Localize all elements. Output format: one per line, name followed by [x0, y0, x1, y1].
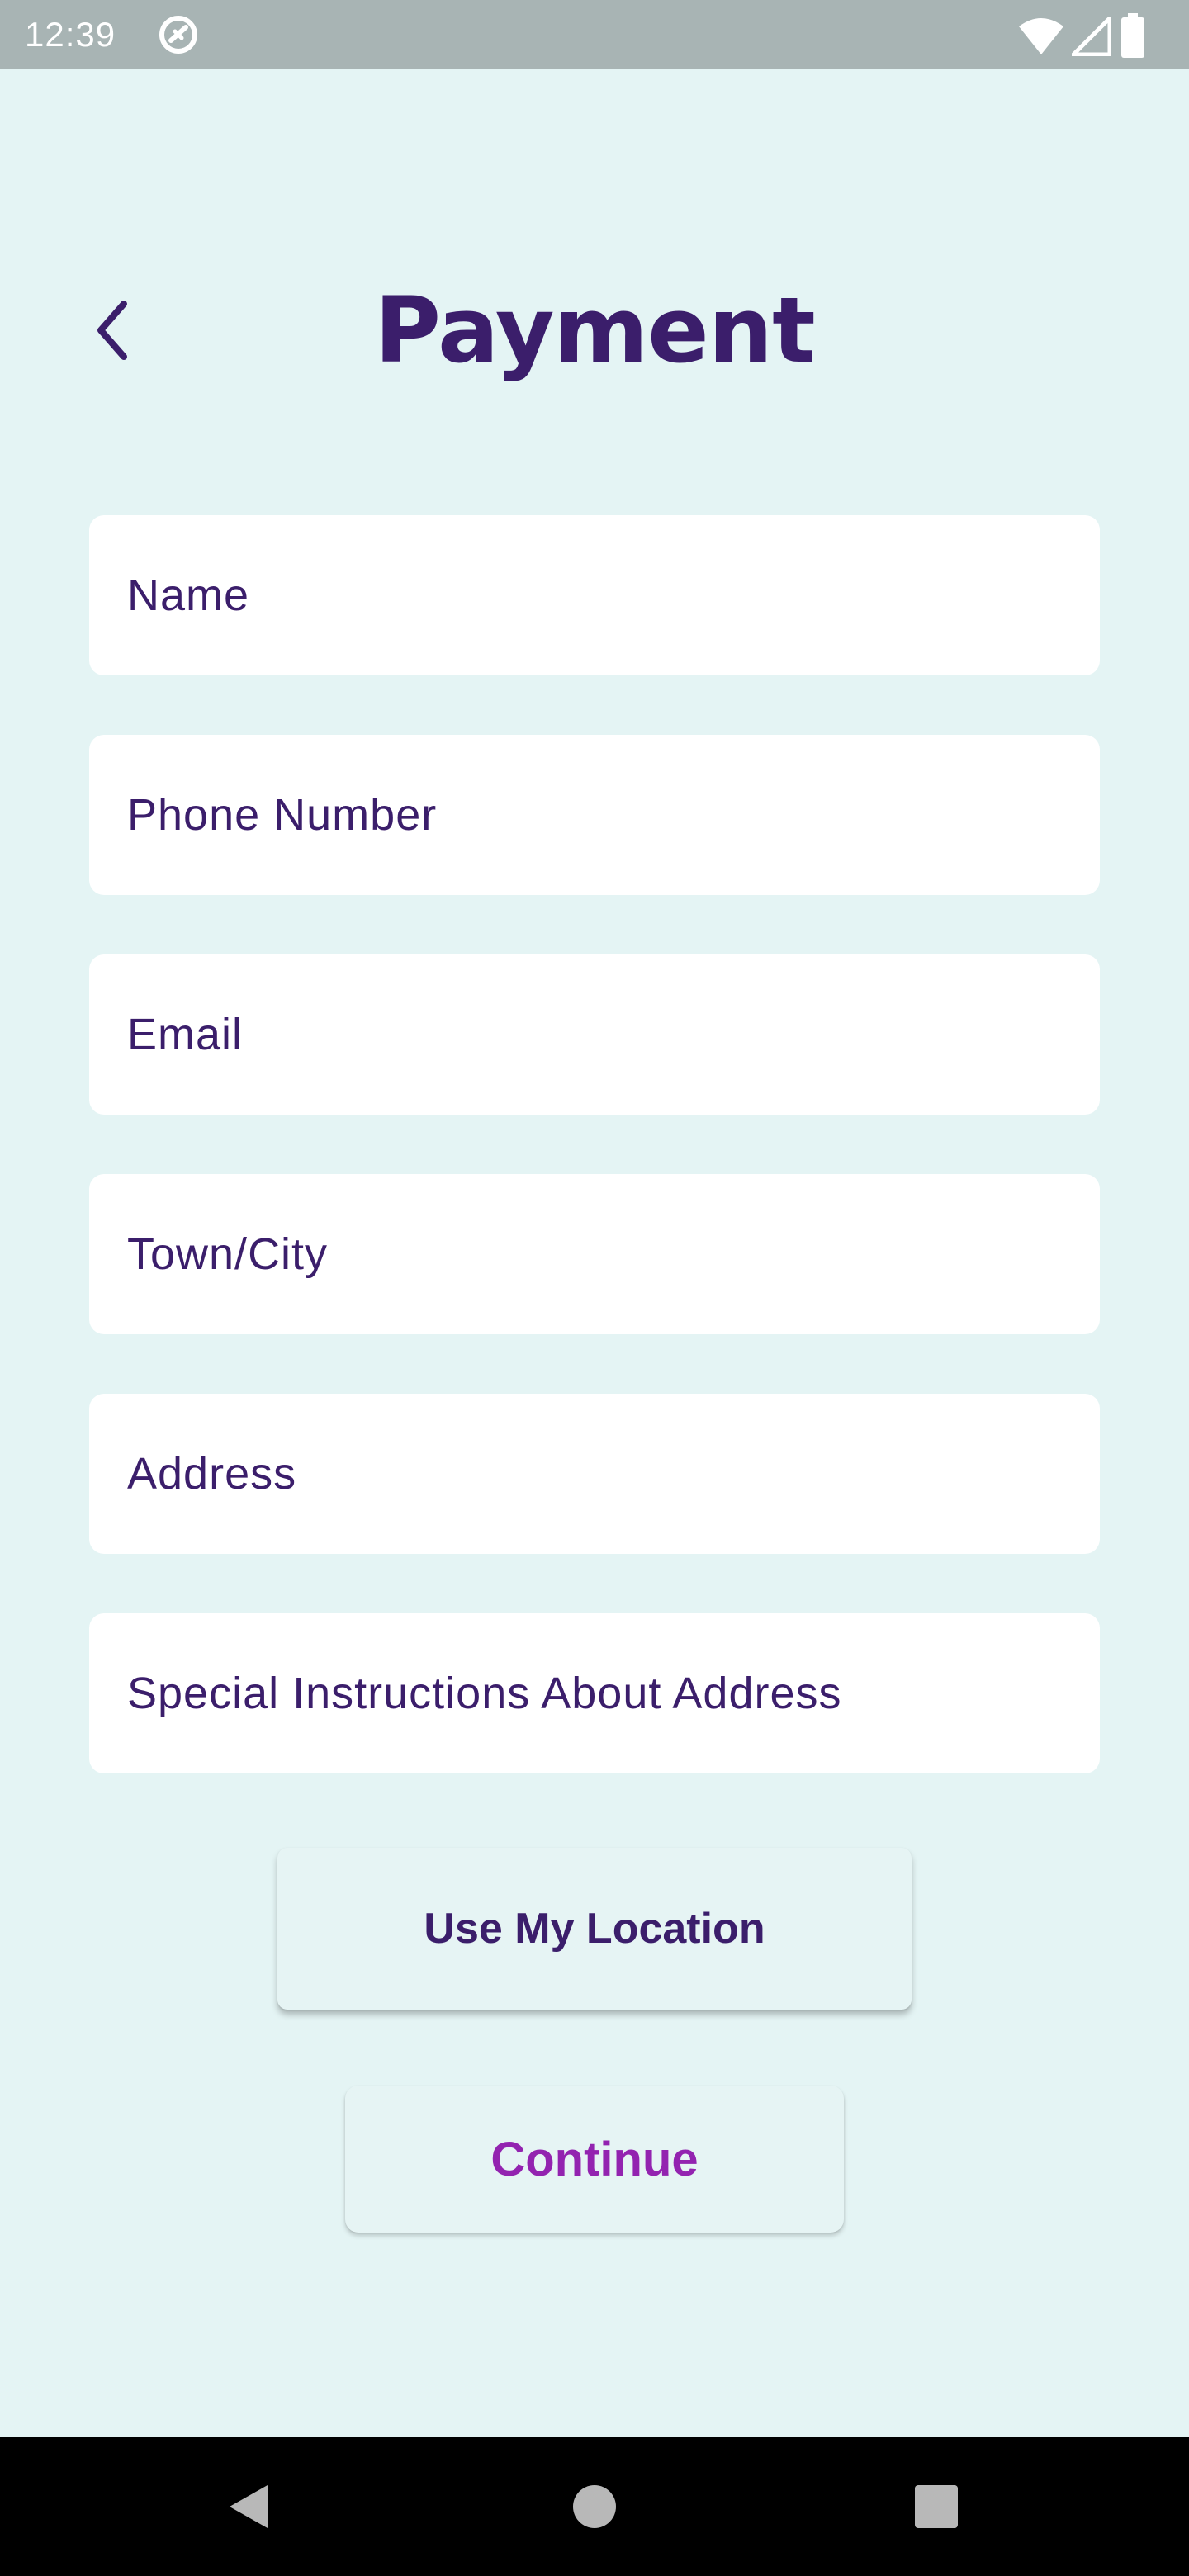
- nav-back-button[interactable]: [198, 2437, 297, 2576]
- battery-icon: [1121, 13, 1144, 58]
- signal-icon: [1072, 17, 1111, 56]
- address-field[interactable]: [89, 1394, 1100, 1554]
- special-instructions-input[interactable]: [126, 1667, 1100, 1720]
- status-icons: [1017, 12, 1166, 58]
- status-bar: 12:39: [0, 0, 1189, 69]
- special-instructions-field[interactable]: [89, 1613, 1100, 1773]
- nav-recents-button[interactable]: [887, 2437, 986, 2576]
- phone-number-input[interactable]: [126, 788, 1100, 841]
- back-triangle-icon: [230, 2485, 268, 2528]
- email-field[interactable]: [89, 954, 1100, 1115]
- town-city-input[interactable]: [126, 1228, 1100, 1281]
- name-input[interactable]: [126, 569, 1100, 622]
- email-input[interactable]: [126, 1008, 1100, 1061]
- town-city-field[interactable]: [89, 1174, 1100, 1334]
- phone-number-field[interactable]: [89, 735, 1100, 895]
- nav-home-button[interactable]: [545, 2437, 644, 2576]
- home-circle-icon: [573, 2485, 616, 2528]
- address-input[interactable]: [126, 1447, 1100, 1500]
- use-my-location-button[interactable]: Use My Location: [277, 1848, 912, 2010]
- wifi-icon: [1019, 18, 1063, 54]
- continue-button[interactable]: Continue: [345, 2086, 844, 2233]
- navigation-bar: [0, 2437, 1189, 2576]
- sync-icon: [159, 16, 197, 54]
- page-title: Payment: [374, 277, 815, 383]
- recents-square-icon: [915, 2485, 958, 2528]
- name-field[interactable]: [89, 515, 1100, 675]
- status-time: 12:39: [25, 15, 116, 54]
